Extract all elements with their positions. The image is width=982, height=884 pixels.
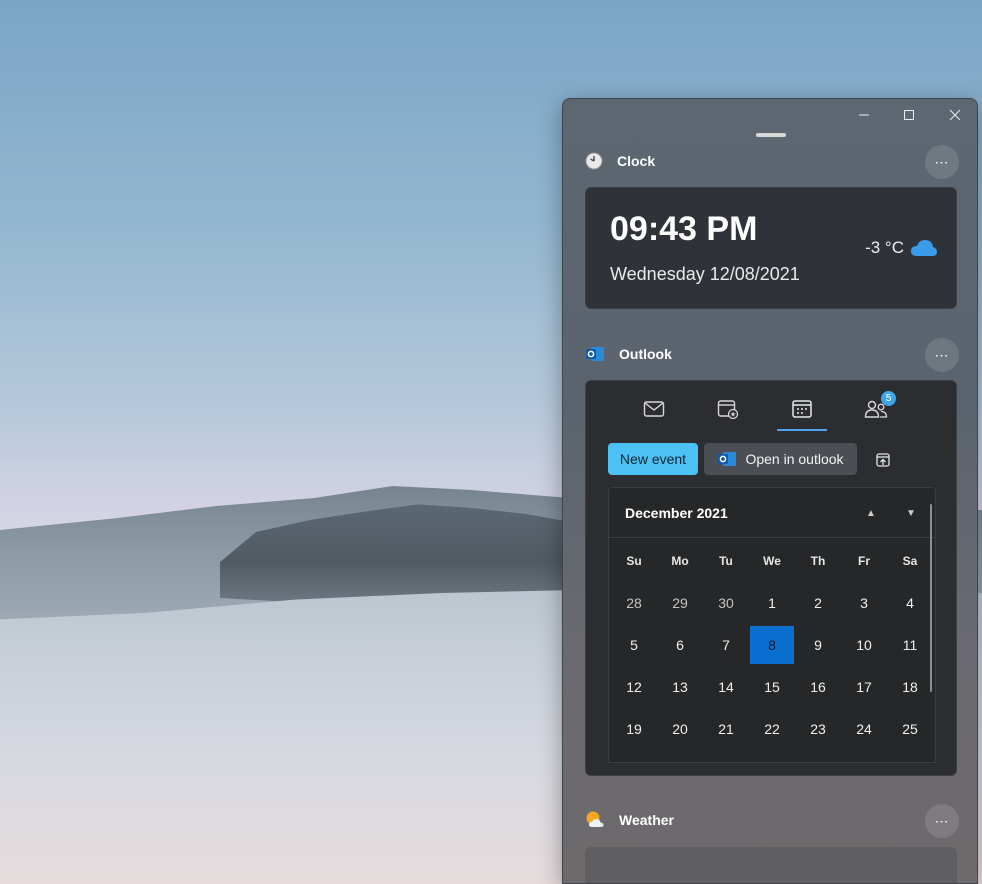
outlook-header: Outlook ⋯ [585, 338, 959, 372]
calendar-day[interactable]: 13 [658, 668, 702, 706]
calendar-day[interactable]: 5 [612, 626, 656, 664]
share-button[interactable] [872, 449, 894, 471]
calendar-day[interactable]: 20 [658, 710, 702, 748]
calendar-day[interactable]: 9 [796, 626, 840, 664]
weekday-header: Th [810, 554, 826, 568]
calendar-day[interactable]: 3 [842, 584, 886, 622]
temperature: -3 °C [865, 238, 904, 257]
calendar-day[interactable]: 8 [750, 626, 794, 664]
next-month-button[interactable]: ▼ [901, 505, 921, 521]
close-button[interactable] [940, 105, 970, 125]
previous-month-button[interactable]: ▲ [861, 505, 881, 521]
calendar-day[interactable]: 15 [750, 668, 794, 706]
calendar-star-icon: ★ [717, 400, 739, 419]
calendar-day[interactable]: 7 [704, 626, 748, 664]
weather-icon [586, 811, 604, 827]
minimize-icon [859, 114, 869, 116]
calendar-day[interactable]: 18 [888, 668, 932, 706]
drag-handle[interactable] [756, 133, 786, 137]
calendar-day[interactable]: 6 [658, 626, 702, 664]
clock-title: Clock [617, 153, 656, 169]
calendar-day[interactable]: 28 [612, 584, 656, 622]
weather-card [585, 847, 957, 883]
maximize-button[interactable] [894, 105, 924, 125]
weekday-header: Su [626, 554, 642, 568]
calendar-day[interactable]: 25 [888, 710, 932, 748]
outlook-icon [586, 347, 604, 361]
calendar-day[interactable]: 12 [612, 668, 656, 706]
open-in-outlook-button[interactable]: Open in outlook [704, 443, 857, 475]
weekday-header: We [763, 554, 781, 568]
calendar-day[interactable]: 24 [842, 710, 886, 748]
weekday-header: Mo [671, 554, 689, 568]
share-icon [876, 453, 890, 467]
weekday-header: Fr [858, 554, 870, 568]
weather-title: Weather [619, 812, 674, 828]
calendar-day[interactable]: 2 [796, 584, 840, 622]
calendar-day[interactable]: 30 [704, 584, 748, 622]
calendar-day[interactable]: 16 [796, 668, 840, 706]
tab-mail[interactable] [629, 389, 679, 429]
tab-starred-events[interactable]: ★ [703, 389, 753, 429]
cloud-icon [911, 240, 937, 256]
new-event-button[interactable]: New event [608, 443, 698, 475]
weekday-header: Tu [719, 554, 733, 568]
calendar-day[interactable]: 29 [658, 584, 702, 622]
maximize-icon [904, 110, 914, 120]
people-badge: 5 [881, 391, 896, 406]
mail-icon [643, 401, 665, 417]
clock-more-button[interactable]: ⋯ [925, 145, 959, 179]
calendar-day[interactable]: 14 [704, 668, 748, 706]
clock-time: 09:43 PM [610, 210, 758, 248]
calendar-day[interactable]: 1 [750, 584, 794, 622]
clock-card: 09:43 PM Wednesday 12/08/2021 -3 °C [585, 187, 957, 309]
chevron-up-icon: ▲ [866, 507, 876, 519]
close-icon [949, 109, 961, 121]
clock-icon [585, 152, 603, 170]
outlook-title: Outlook [619, 346, 672, 362]
tab-calendar[interactable] [777, 389, 827, 431]
tab-people[interactable]: 5 [851, 389, 901, 429]
open-in-outlook-label: Open in outlook [745, 451, 844, 467]
widgets-window: Clock ⋯ 09:43 PM Wednesday 12/08/2021 -3… [562, 98, 978, 884]
calendar-day[interactable]: 23 [796, 710, 840, 748]
clock-weather: -3 °C [865, 238, 938, 258]
calendar-day[interactable]: 19 [612, 710, 656, 748]
outlook-tabs: ★ 5 [586, 381, 958, 431]
weather-more-button[interactable]: ⋯ [925, 804, 959, 838]
calendar-day[interactable]: 21 [704, 710, 748, 748]
chevron-down-icon: ▼ [906, 507, 916, 519]
calendar-day[interactable]: 17 [842, 668, 886, 706]
calendar-day[interactable]: 11 [888, 626, 932, 664]
outlook-more-button[interactable]: ⋯ [925, 338, 959, 372]
calendar-icon [792, 400, 812, 418]
calendar-month-label: December 2021 [625, 505, 728, 521]
svg-text:★: ★ [730, 411, 736, 419]
outlook-icon [718, 452, 737, 466]
minimize-button[interactable] [849, 105, 879, 125]
calendar-day[interactable]: 10 [842, 626, 886, 664]
calendar-day[interactable]: 4 [888, 584, 932, 622]
clock-header: Clock ⋯ [585, 145, 959, 179]
calendar-day[interactable]: 22 [750, 710, 794, 748]
clock-date: Wednesday 12/08/2021 [610, 264, 800, 284]
calendar-scrollbar[interactable] [930, 504, 932, 692]
weather-header: Weather ⋯ [585, 804, 959, 838]
calendar-header: December 2021 ▲ ▼ [609, 488, 935, 538]
outlook-card: ★ 5 New event Open in outlook December 2… [585, 380, 957, 776]
weekday-header: Sa [902, 554, 918, 568]
calendar-view: December 2021 ▲ ▼ Su Mo Tu We Th Fr Sa 28 29 30 1 2… [608, 487, 936, 763]
